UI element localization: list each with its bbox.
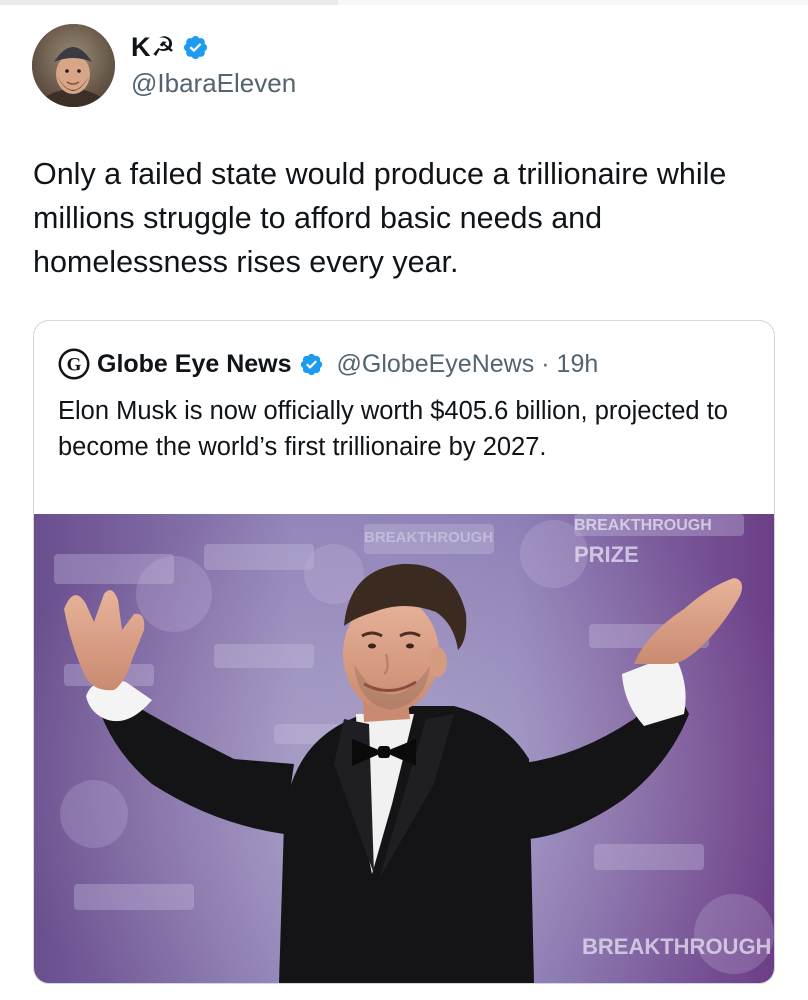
- tuxedo-man-photo: BREAKTHROUGH PRIZE BREAKTHROUGH BREAKTHR…: [34, 514, 774, 983]
- quoted-author-name[interactable]: Globe Eye News: [97, 350, 292, 379]
- backdrop-text-top: BREAKTHROUGH: [574, 517, 712, 534]
- quoted-tweet-time[interactable]: 19h: [557, 350, 599, 379]
- author-handle[interactable]: @IbaraEleven: [131, 68, 296, 99]
- quoted-tweet-text: Elon Musk is now officially worth $405.6…: [58, 397, 728, 461]
- avatar-photo: [32, 24, 115, 107]
- quoted-tweet-header: G Globe Eye News @GlobeEyeNews · 19h: [58, 347, 598, 381]
- svg-text:G: G: [67, 355, 82, 376]
- globe-eye-logo-icon[interactable]: G: [58, 348, 90, 380]
- quoted-author-handle[interactable]: @GlobeEyeNews: [337, 350, 535, 379]
- tweet-text: Only a failed state would produce a tril…: [33, 157, 727, 279]
- time-separator: ·: [541, 349, 550, 378]
- author-name[interactable]: K☭: [131, 32, 176, 63]
- top-edge: [0, 0, 808, 5]
- quoted-tweet-card[interactable]: G Globe Eye News @GlobeEyeNews · 19h Elo…: [33, 320, 775, 984]
- backdrop-text-prize: PRIZE: [574, 542, 639, 567]
- verified-badge-icon: [183, 35, 207, 59]
- quoted-tweet-image[interactable]: BREAKTHROUGH PRIZE BREAKTHROUGH BREAKTHR…: [34, 514, 774, 983]
- author-name-row: K☭: [131, 32, 209, 62]
- author-avatar[interactable]: [32, 24, 115, 107]
- verified-badge-icon: [300, 353, 322, 375]
- backdrop-text-bottom: BREAKTHROUGH: [582, 934, 771, 959]
- backdrop-text-center: BREAKTHROUGH: [364, 529, 493, 546]
